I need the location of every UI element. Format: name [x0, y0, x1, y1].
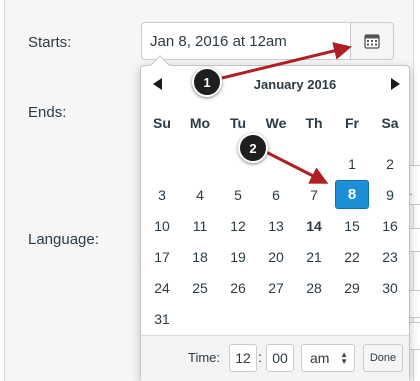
- datepicker-popup: January 2016 Su Mo Tu We Th Fr Sa 123456…: [140, 55, 411, 381]
- week-row: 17 18 19 20 21 22 23: [143, 241, 409, 272]
- weekday-label: Th: [305, 115, 323, 131]
- empty-day-cell: [143, 148, 181, 179]
- empty-day-cell: [295, 303, 333, 334]
- ampm-select[interactable]: am ▲ ▼: [301, 344, 355, 372]
- weekday-label: We: [265, 115, 287, 131]
- minute-input[interactable]: 00: [266, 344, 294, 372]
- day-cell[interactable]: 18: [181, 241, 219, 272]
- day-cell[interactable]: 23: [371, 241, 409, 272]
- day-cell[interactable]: 27: [257, 272, 295, 303]
- day-cell[interactable]: 29: [333, 272, 371, 303]
- done-button[interactable]: Done: [363, 344, 403, 372]
- day-cell[interactable]: 3: [143, 179, 181, 210]
- day-cell[interactable]: 28: [295, 272, 333, 303]
- day-cell[interactable]: 21: [295, 241, 333, 272]
- day-number: 8: [335, 180, 369, 209]
- select-arrows-icon: ▲ ▼: [340, 350, 348, 366]
- calendar-button[interactable]: [350, 22, 394, 60]
- day-cell[interactable]: 1: [333, 148, 371, 179]
- day-cell[interactable]: 7: [295, 179, 333, 210]
- step-callout-1: 1: [192, 67, 222, 97]
- day-cell[interactable]: 6: [257, 179, 295, 210]
- weekday-label: Tu: [229, 115, 247, 131]
- empty-day-cell: [257, 303, 295, 334]
- day-cell[interactable]: 12: [219, 210, 257, 241]
- empty-day-cell: [295, 148, 333, 179]
- day-cell[interactable]: 19: [219, 241, 257, 272]
- empty-day-cell: [333, 303, 371, 334]
- day-cell[interactable]: 15: [333, 210, 371, 241]
- day-cell[interactable]: 24: [143, 272, 181, 303]
- week-row: 12: [143, 148, 409, 179]
- time-separator: :: [258, 349, 262, 365]
- today-day-cell[interactable]: 14: [295, 210, 333, 241]
- ampm-value: am: [310, 350, 330, 366]
- day-cell[interactable]: 13: [257, 210, 295, 241]
- language-label: Language:: [28, 231, 99, 248]
- event-date-form: Starts: Ends: Language: Jan 8, 2016 at 1…: [0, 0, 420, 381]
- day-cell[interactable]: 26: [219, 272, 257, 303]
- datepicker-header: January 2016: [141, 72, 411, 100]
- step-callout-2: 2: [238, 133, 268, 163]
- day-cell[interactable]: 4: [181, 179, 219, 210]
- ends-label: Ends:: [28, 104, 67, 121]
- weekday-label: Fr: [345, 115, 359, 131]
- empty-day-cell: [181, 303, 219, 334]
- calendar-icon: [364, 34, 380, 49]
- day-cell[interactable]: 11: [181, 210, 219, 241]
- day-cell[interactable]: 30: [371, 272, 409, 303]
- weekday-label: Su: [153, 115, 171, 131]
- week-row: 3456789: [143, 179, 409, 210]
- datepicker-footer: Time: 12 : 00 am ▲ ▼ Done: [141, 335, 409, 381]
- empty-day-cell: [219, 303, 257, 334]
- weekday-header: Su Mo Tu We Th Fr Sa: [143, 115, 409, 131]
- hour-input[interactable]: 12: [229, 344, 257, 372]
- day-grid: 1 2 3 4 5 6 7 8 9 10 11 12 13 14 15 16 17 18 19 20 21 22 23 24 2…: [143, 148, 409, 334]
- day-cell[interactable]: 9: [371, 179, 409, 210]
- day-cell[interactable]: 31: [143, 303, 181, 334]
- weekday-label: Sa: [381, 115, 399, 131]
- starts-label: Starts:: [28, 34, 72, 51]
- day-cell[interactable]: 20: [257, 241, 295, 272]
- starts-date-input[interactable]: Jan 8, 2016 at 12am: [141, 22, 351, 60]
- week-row: 24 25 26 27 28 29 30: [143, 272, 409, 303]
- day-cell[interactable]: 17: [143, 241, 181, 272]
- day-cell[interactable]: 16: [371, 210, 409, 241]
- day-cell[interactable]: 10: [143, 210, 181, 241]
- weekday-label: Mo: [189, 115, 211, 131]
- week-row: 10 11 12 13 14 15 16: [143, 210, 409, 241]
- day-cell[interactable]: 22: [333, 241, 371, 272]
- time-label: Time:: [188, 350, 221, 365]
- triangle-right-icon: [391, 78, 400, 90]
- month-title: January 2016: [253, 77, 337, 92]
- day-cell[interactable]: 25: [181, 272, 219, 303]
- day-cell[interactable]: 2: [371, 148, 409, 179]
- day-cell[interactable]: 5: [219, 179, 257, 210]
- next-month-button[interactable]: [388, 76, 402, 92]
- empty-day-cell: [181, 148, 219, 179]
- week-row: 31: [143, 303, 409, 334]
- selected-day-cell[interactable]: 8: [333, 179, 371, 210]
- empty-day-cell: [371, 303, 409, 334]
